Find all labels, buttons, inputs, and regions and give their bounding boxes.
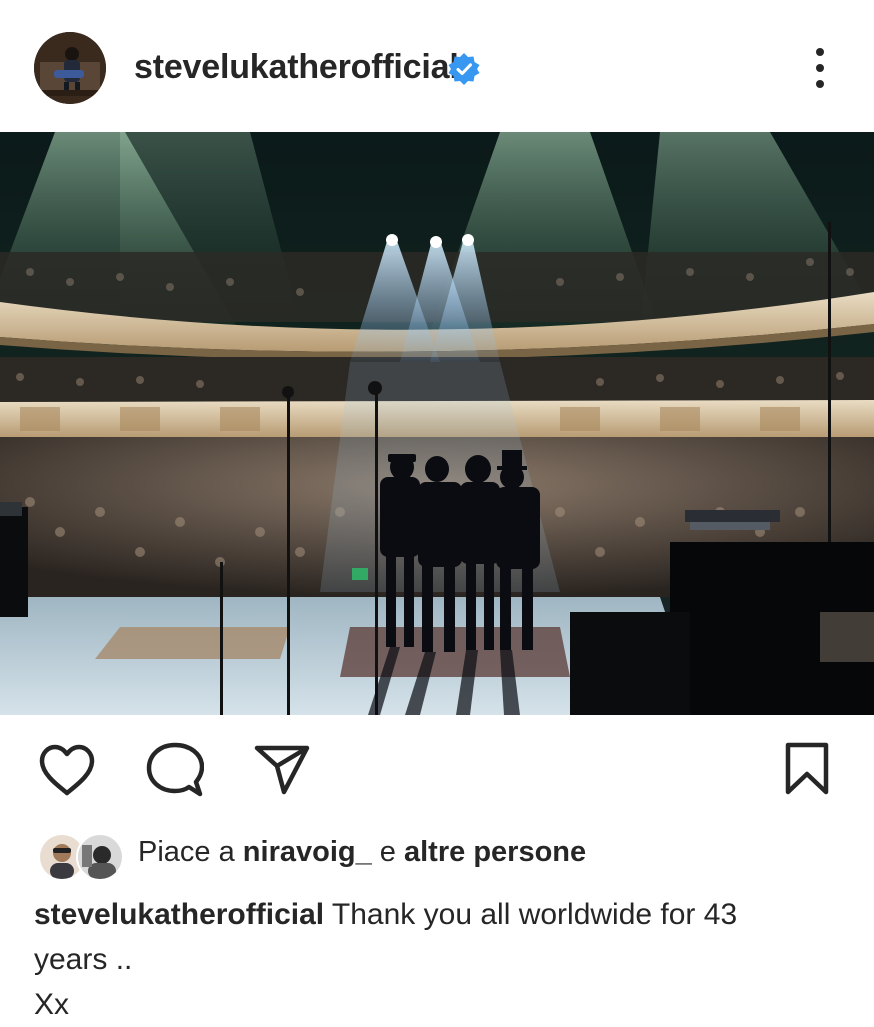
send-paper-plane-icon[interactable] xyxy=(254,744,310,801)
liker-username[interactable]: niravoig_ xyxy=(243,836,372,868)
action-bar xyxy=(0,715,874,825)
caption-line-1: stevelukatherofficial Thank you all worl… xyxy=(34,892,844,937)
caption-line-3: Xx xyxy=(34,988,70,1021)
likes-text: Piace a niravoig_ e altre persone xyxy=(138,836,586,869)
username[interactable]: stevelukatherofficial xyxy=(134,48,459,87)
post-photo[interactable] xyxy=(0,132,874,715)
more-options-icon[interactable] xyxy=(806,48,834,88)
verified-badge-icon xyxy=(447,52,481,86)
liker-avatar-2[interactable] xyxy=(76,833,124,881)
heart-icon[interactable] xyxy=(38,744,96,801)
caption-text-1: Thank you all worldwide for 43 xyxy=(331,898,738,931)
caption-line-2: years .. xyxy=(34,943,133,976)
likes-middle: e xyxy=(379,836,396,868)
likes-prefix: Piace a xyxy=(138,836,235,868)
post-caption: stevelukatherofficial Thank you all worl… xyxy=(34,892,844,1027)
user-avatar[interactable] xyxy=(34,32,106,104)
bookmark-icon[interactable] xyxy=(784,742,830,801)
caption-username[interactable]: stevelukatherofficial xyxy=(34,898,324,931)
likes-others-link[interactable]: altre persone xyxy=(404,836,586,868)
comment-bubble-icon[interactable] xyxy=(146,742,205,803)
post-header: stevelukatherofficial xyxy=(0,0,874,132)
